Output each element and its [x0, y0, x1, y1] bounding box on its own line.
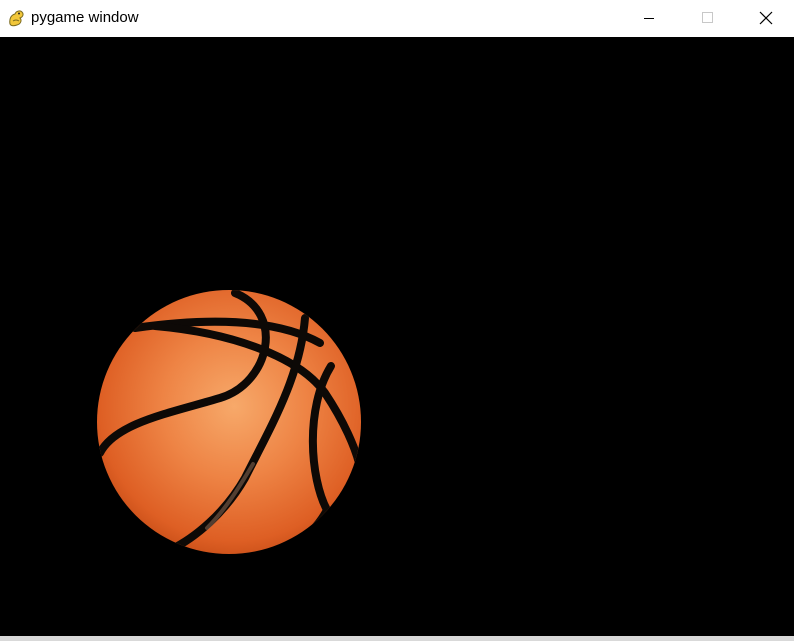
title-bar[interactable]: pygame window	[0, 0, 794, 37]
close-icon	[759, 11, 773, 25]
game-canvas[interactable]	[0, 37, 794, 636]
maximize-button[interactable]	[678, 0, 736, 37]
minimize-icon	[644, 18, 654, 19]
close-button[interactable]	[736, 0, 794, 37]
window-title: pygame window	[31, 9, 139, 26]
pygame-window: pygame window	[0, 0, 794, 641]
window-bottom-border	[0, 636, 794, 641]
pygame-snake-icon	[9, 10, 24, 27]
basketball-sprite	[97, 290, 361, 554]
maximize-icon	[702, 12, 713, 23]
minimize-button[interactable]	[620, 0, 678, 37]
